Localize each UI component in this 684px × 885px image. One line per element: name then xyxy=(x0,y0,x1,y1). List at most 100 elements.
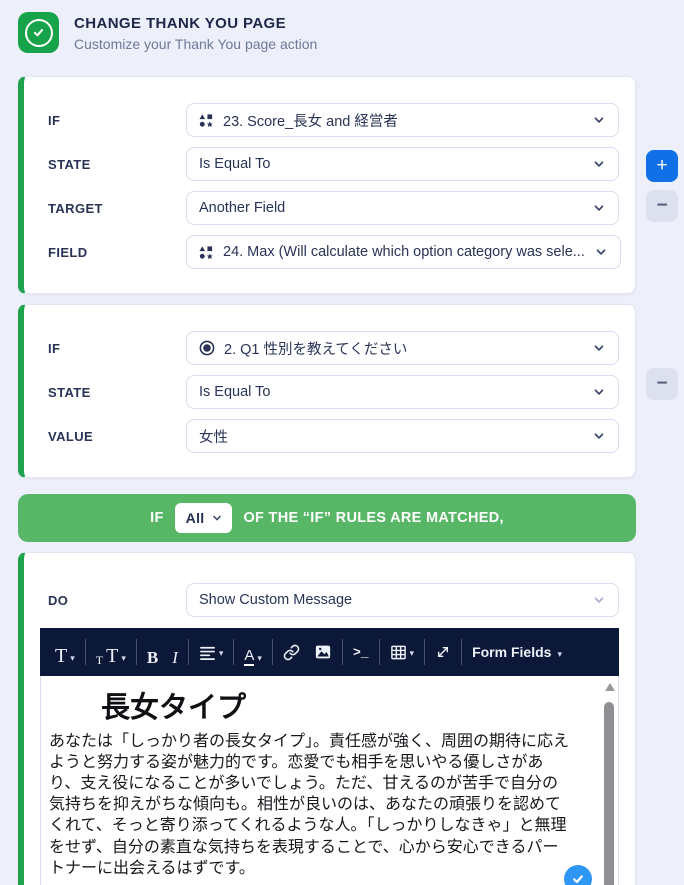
rule-card-1: IF 23. Score_長女 and 経営者 STATE Is Equal T… xyxy=(18,76,636,294)
italic-letter: I xyxy=(172,647,178,667)
form-fields-button[interactable]: Form Fields xyxy=(465,636,569,668)
check-icon xyxy=(573,875,583,884)
target-label: TARGET xyxy=(48,200,103,216)
check-circle-icon xyxy=(24,18,53,47)
rule1-field-row: FIELD 24. Max (Will calculate which opti… xyxy=(48,235,621,269)
chevron-down-icon xyxy=(592,385,606,399)
toolbar-divider xyxy=(187,639,189,665)
rule2-if-row: IF 2. Q1 性別を教えてください xyxy=(48,331,619,365)
thank-you-page-icon xyxy=(18,12,59,53)
align-button[interactable] xyxy=(192,636,231,668)
chevron-down-icon xyxy=(594,245,608,259)
chevron-down-icon xyxy=(70,648,75,666)
editor-heading: 長女タイプ xyxy=(101,692,247,724)
rule1-if-select[interactable]: 23. Score_長女 and 経営者 xyxy=(186,103,619,137)
toolbar-divider xyxy=(135,639,137,665)
do-action-select[interactable]: Show Custom Message xyxy=(186,583,619,617)
rule2-if-select[interactable]: 2. Q1 性別を教えてください xyxy=(186,331,619,365)
rule1-target-select[interactable]: Another Field xyxy=(186,191,619,225)
align-left-icon xyxy=(199,646,215,660)
match-mode-value: All xyxy=(185,510,205,526)
saved-check-button[interactable] xyxy=(564,865,592,885)
header-text: CHANGE THANK YOU PAGE Customize your Tha… xyxy=(74,12,317,52)
toolbar-divider xyxy=(461,639,463,665)
expand-button[interactable] xyxy=(428,636,458,668)
calculated-field-icon xyxy=(199,113,214,128)
editor-body-text: あなたは「しっかり者の長女タイプ」。責任感が強く、周囲の期待に応えようと努力する… xyxy=(49,733,570,877)
editor-toolbar: T T T B I xyxy=(40,628,619,676)
chevron-down-icon xyxy=(219,643,224,661)
color-letter: A xyxy=(244,646,255,666)
change-thank-you-page-panel: CHANGE THANK YOU PAGE Customize your Tha… xyxy=(0,0,684,885)
scroll-up-arrow-icon[interactable] xyxy=(604,683,615,691)
remove-rule-2-button[interactable]: − xyxy=(646,368,678,400)
code-button[interactable]: >_ xyxy=(346,636,376,668)
code-glyph: >_ xyxy=(352,644,369,660)
do-action-value: Show Custom Message xyxy=(199,592,353,608)
table-button[interactable] xyxy=(383,636,422,668)
font-size-button[interactable]: T T xyxy=(89,634,133,671)
rule2-value-value: 女性 xyxy=(199,429,228,446)
bold-button[interactable]: B xyxy=(140,634,165,671)
rule1-target-value: Another Field xyxy=(199,200,286,216)
add-rule-button[interactable]: + xyxy=(646,150,678,182)
radio-selected-icon xyxy=(199,340,215,356)
image-button[interactable] xyxy=(307,636,339,668)
chevron-down-icon xyxy=(592,429,606,443)
toolbar-divider xyxy=(233,639,235,665)
page-subtitle: Customize your Thank You page action xyxy=(74,36,318,52)
editor-scrollbar[interactable] xyxy=(601,676,618,885)
scrollbar-thumb[interactable] xyxy=(604,702,614,885)
do-card: DO Show Custom Message T T T xyxy=(18,552,636,885)
page-header: CHANGE THANK YOU PAGE Customize your Tha… xyxy=(0,0,684,53)
text-style-button[interactable]: T xyxy=(48,634,82,671)
chevron-down-icon xyxy=(557,644,562,660)
banner-suffix-text: OF THE “IF” RULES ARE MATCHED, xyxy=(243,510,504,526)
chevron-down-icon xyxy=(592,201,606,215)
rule1-target-row: TARGET Another Field xyxy=(48,191,619,225)
table-icon xyxy=(390,645,406,659)
if-label: IF xyxy=(48,340,61,356)
italic-button[interactable]: I xyxy=(165,634,185,671)
expand-icon xyxy=(438,646,449,658)
chevron-down-icon xyxy=(592,113,606,127)
font-size-large-letter: T xyxy=(106,644,119,667)
rule1-state-value: Is Equal To xyxy=(199,156,271,172)
custom-message-editor[interactable]: 長女タイプ あなたは「しっかり者の長女タイプ」。責任感が強く、周囲の期待に応えよ… xyxy=(40,676,619,885)
field-label: FIELD xyxy=(48,244,88,260)
toolbar-divider xyxy=(341,639,343,665)
value-label: VALUE xyxy=(48,428,94,444)
do-row: DO Show Custom Message xyxy=(40,583,619,617)
rule2-state-select[interactable]: Is Equal To xyxy=(186,375,619,409)
remove-rule-1-button[interactable]: − xyxy=(646,190,678,222)
rule1-field-value: 24. Max (Will calculate which option cat… xyxy=(223,244,585,260)
text-color-button[interactable]: A xyxy=(237,634,269,671)
match-rules-banner: IF All OF THE “IF” RULES ARE MATCHED, xyxy=(18,494,636,542)
text-style-letter: T xyxy=(55,644,68,667)
rule-card-2: IF 2. Q1 性別を教えてください STATE Is Equal To VA… xyxy=(18,304,636,478)
rule1-state-row: STATE Is Equal To xyxy=(48,147,619,181)
do-label: DO xyxy=(48,592,69,608)
link-icon xyxy=(283,644,300,660)
rule2-value-select[interactable]: 女性 xyxy=(186,419,619,453)
if-label: IF xyxy=(48,112,61,128)
form-fields-label: Form Fields xyxy=(472,644,552,660)
state-label: STATE xyxy=(48,384,91,400)
match-mode-select[interactable]: All xyxy=(174,503,233,533)
toolbar-divider xyxy=(424,639,426,665)
rule1-state-select[interactable]: Is Equal To xyxy=(186,147,619,181)
toolbar-divider xyxy=(378,639,380,665)
calculated-field-icon xyxy=(199,245,214,260)
rule1-field-select[interactable]: 24. Max (Will calculate which option cat… xyxy=(186,235,621,269)
chevron-down-icon xyxy=(257,648,262,666)
toolbar-divider xyxy=(271,639,273,665)
rule2-state-value: Is Equal To xyxy=(199,384,271,400)
chevron-down-icon xyxy=(592,341,606,355)
rule2-if-value: 2. Q1 性別を教えてください xyxy=(224,341,408,358)
rule2-value-row: VALUE 女性 xyxy=(48,419,619,453)
chevron-down-icon xyxy=(592,157,606,171)
rule2-state-row: STATE Is Equal To xyxy=(48,375,619,409)
link-button[interactable] xyxy=(276,636,307,668)
bold-letter: B xyxy=(146,647,159,667)
chevron-down-icon xyxy=(410,643,415,661)
